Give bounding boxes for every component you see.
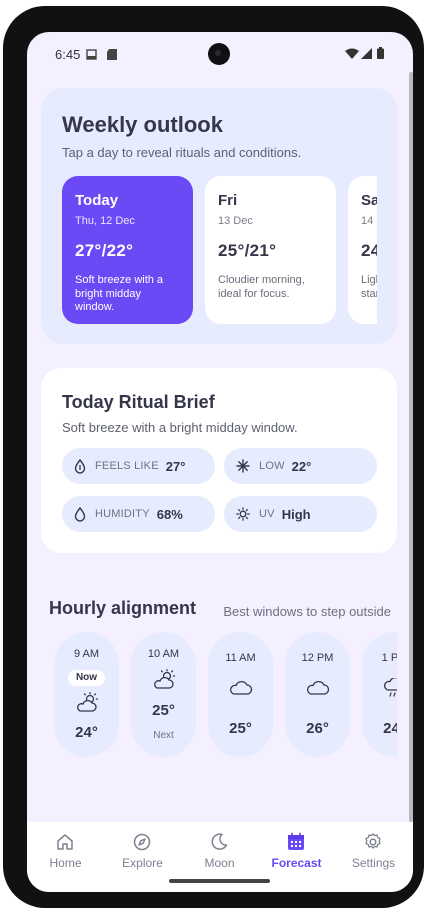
hour-temp: 26°: [306, 720, 329, 737]
cloud-icon: [230, 681, 253, 695]
cell-signal-icon: [361, 48, 372, 59]
brief-subtitle: Soft breeze with a bright midday window.: [62, 420, 298, 435]
water-drop-icon: [74, 506, 86, 522]
hour-pill-12pm[interactable]: 12 PM 26°: [285, 632, 350, 757]
stat-label: UV: [259, 508, 275, 520]
weekly-subtitle: Tap a day to reveal rituals and conditio…: [62, 145, 302, 160]
nav-label: Settings: [351, 856, 396, 870]
wifi-icon: [345, 48, 359, 59]
now-badge: Now: [68, 670, 105, 686]
day-name: Today: [75, 192, 119, 209]
day-card-fri[interactable]: Fri 13 Dec 25°/21° Cloudier morning, ide…: [205, 176, 336, 324]
nav-item-settings[interactable]: Settings: [335, 822, 412, 882]
partly-sunny-icon: [154, 669, 176, 689]
calendar-icon: [288, 832, 304, 850]
hour-time: 9 AM: [73, 648, 100, 660]
stat-feels-like: FEELS LIKE 27°: [62, 448, 215, 484]
day-temp: 24°/20°: [361, 241, 377, 260]
nav-item-explore[interactable]: Explore: [104, 822, 181, 882]
hour-temp: 24°: [75, 724, 98, 741]
stat-low: LOW 22°: [224, 448, 377, 484]
moon-icon: [211, 833, 228, 850]
hourly-title: Hourly alignment: [49, 598, 197, 618]
sd-card-icon: [107, 49, 117, 60]
stat-label: LOW: [259, 460, 285, 472]
hour-pill-10am[interactable]: 10 AM 25° Next: [131, 632, 196, 757]
day-name: Fri: [218, 192, 238, 209]
thermometer-drop-icon: [74, 458, 86, 474]
hourly-carousel[interactable]: 9 AM Now 24° 10 AM 25° Next 11 AM 25° 12…: [54, 632, 397, 760]
weekly-outlook-card: Weekly outlook Tap a day to reveal ritua…: [41, 88, 397, 344]
hour-time: 10 AM: [147, 648, 180, 660]
stat-value: 68%: [156, 506, 183, 522]
day-carousel[interactable]: Today Thu, 12 Dec 27°/22° Soft breeze wi…: [62, 176, 377, 324]
rain-cloud-icon: [384, 678, 397, 697]
ritual-brief-card: Today Ritual Brief Soft breeze with a br…: [41, 368, 397, 553]
hour-time: 1 PM: [381, 652, 397, 664]
day-card-sat[interactable]: Sat 14 Dec 24°/20° Light drizzle, slow s…: [348, 176, 377, 324]
partly-sunny-icon: [77, 692, 99, 712]
hour-time: 11 AM: [225, 652, 256, 664]
nav-label: Home: [49, 856, 82, 870]
day-name: Sat: [361, 192, 377, 209]
status-time: 6:45: [55, 47, 81, 62]
stat-label: HUMIDITY: [95, 508, 150, 520]
gear-icon: [365, 833, 381, 849]
day-note: Light drizzle, slow start.: [361, 274, 377, 300]
sun-icon: [236, 507, 250, 521]
stat-value: 22°: [291, 458, 312, 474]
nav-item-forecast[interactable]: Forecast: [258, 822, 335, 882]
compass-icon: [133, 833, 151, 851]
day-date: 14 Dec: [361, 215, 377, 227]
home-indicator[interactable]: [169, 879, 270, 883]
battery-icon: [377, 47, 384, 59]
brief-title: Today Ritual Brief: [62, 392, 215, 412]
hour-pill-11am[interactable]: 11 AM 25°: [208, 632, 273, 757]
home-icon: [57, 834, 73, 850]
day-card-today[interactable]: Today Thu, 12 Dec 27°/22° Soft breeze wi…: [62, 176, 193, 324]
nav-item-moon[interactable]: Moon: [181, 822, 258, 882]
hour-pill-9am[interactable]: 9 AM Now 24°: [54, 632, 119, 757]
nav-item-home[interactable]: Home: [27, 822, 104, 882]
hour-pill-1pm[interactable]: 1 PM 24°: [362, 632, 397, 757]
snowflake-icon: [236, 459, 250, 473]
screenshot-icon: [86, 49, 97, 60]
hour-temp: 24°: [383, 720, 397, 737]
day-date: 13 Dec: [218, 215, 253, 227]
nav-label: Explore: [122, 856, 163, 870]
front-camera: [208, 43, 230, 65]
stat-humidity: HUMIDITY 68%: [62, 496, 215, 532]
hour-time: 12 PM: [301, 652, 334, 664]
day-date: Thu, 12 Dec: [75, 215, 135, 227]
day-temp: 25°/21°: [218, 241, 277, 260]
hour-temp: 25°: [229, 720, 252, 737]
day-note: Cloudier morning, ideal for focus.: [218, 274, 305, 300]
hour-footer: Next: [153, 730, 174, 741]
hour-temp: 25°: [152, 702, 175, 719]
phone-frame: 6:45 Weekly outlook Tap a day to reveal …: [3, 6, 424, 908]
stat-uv: UV High: [224, 496, 377, 532]
stat-value: 27°: [165, 458, 186, 474]
app-screen: 6:45 Weekly outlook Tap a day to reveal …: [27, 32, 413, 892]
status-bar: 6:45: [27, 32, 413, 76]
day-temp: 27°/22°: [75, 241, 134, 260]
cloud-icon: [307, 681, 330, 695]
weekly-title: Weekly outlook: [62, 112, 223, 137]
day-note: Soft breeze with a bright midday window.: [75, 274, 164, 313]
stat-label: FEELS LIKE: [95, 460, 159, 472]
nav-label: Moon: [204, 856, 235, 870]
scrollbar[interactable]: [409, 72, 413, 822]
hourly-subtitle: Best windows to step outside: [223, 604, 391, 619]
nav-label: Forecast: [271, 856, 322, 870]
stat-value: High: [281, 506, 311, 522]
